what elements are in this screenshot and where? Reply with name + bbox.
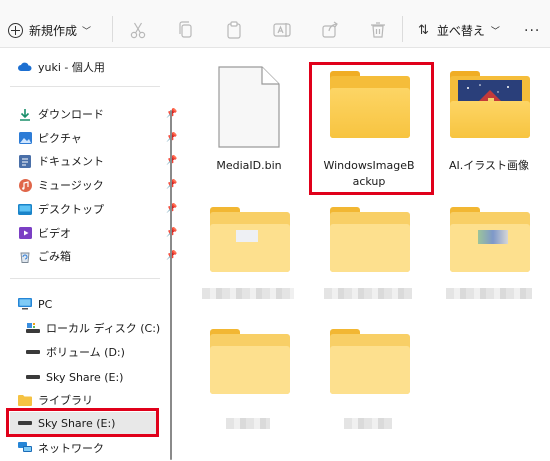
folder-blurred[interactable] <box>432 198 546 308</box>
highlight-box-windows-image-backup <box>309 62 434 195</box>
library-folder-icon <box>18 393 32 407</box>
plus-icon <box>8 22 23 38</box>
new-button-label: 新規作成 <box>29 23 78 38</box>
sidebar-item-label: ローカル ディスク (C:) <box>46 322 161 335</box>
desktop-icon <box>18 202 32 216</box>
sidebar-item-label: ネットワーク <box>38 442 104 455</box>
clipboard-icon <box>227 21 241 39</box>
cut-button[interactable] <box>128 20 148 40</box>
folder-icon <box>330 207 410 272</box>
copy-icon <box>179 21 192 38</box>
rename-button[interactable] <box>272 20 292 40</box>
scissors-icon <box>130 22 146 39</box>
sort-arrows-icon: ⇅ <box>418 22 429 38</box>
sidebar-item-desktop[interactable]: デスクトップ 📌 <box>18 198 178 220</box>
sidebar-item-network[interactable]: ネットワーク <box>18 437 178 459</box>
file-mediaid[interactable]: MediaID.bin <box>192 60 306 180</box>
sidebar-item-label: デスクトップ <box>38 203 104 216</box>
music-icon <box>18 178 32 192</box>
network-icon <box>18 441 32 455</box>
sidebar-item-label: Sky Share (E:) <box>46 370 124 384</box>
folder-icon <box>210 329 290 394</box>
sidebar-item-onedrive[interactable]: yuki - 個人用 <box>18 56 178 78</box>
new-button[interactable]: 新規作成 ﹀ <box>8 20 91 40</box>
blurred-label <box>202 288 294 299</box>
sidebar-item-drive-c[interactable]: ローカル ディスク (C:) <box>26 317 186 339</box>
sidebar-item-label: ライブラリ <box>38 394 93 407</box>
chevron-down-icon: ﹀ <box>490 26 500 37</box>
folder-blurred[interactable] <box>192 198 306 308</box>
blurred-label <box>344 418 392 429</box>
sort-button[interactable]: ⇅ 並べ替え ﹀ <box>418 20 500 40</box>
drive-icon <box>26 370 40 384</box>
sidebar-item-label: ピクチャ <box>38 132 82 145</box>
cloud-icon <box>18 60 32 74</box>
sidebar-item-documents[interactable]: ドキュメント 📌 <box>18 150 178 172</box>
blurred-label <box>446 288 532 299</box>
navigation-pane: yuki - 個人用 ダウンロード 📌 ピクチャ 📌 ドキュメント 📌 ミュージ… <box>0 48 177 461</box>
document-file-icon <box>218 66 280 148</box>
pc-icon <box>18 297 32 311</box>
sidebar-item-pictures[interactable]: ピクチャ 📌 <box>18 127 178 149</box>
toolbar-separator <box>112 16 113 42</box>
sidebar-item-label: PC <box>38 297 53 311</box>
folder-blurred[interactable] <box>312 320 426 430</box>
sidebar-item-label: yuki - 個人用 <box>38 61 105 74</box>
pictures-icon <box>18 131 32 145</box>
folder-icon <box>450 71 530 138</box>
download-icon <box>18 107 32 121</box>
delete-button[interactable] <box>368 20 388 40</box>
sort-button-label: 並べ替え <box>436 23 485 38</box>
file-name: MediaID.bin <box>216 159 282 172</box>
sidebar-item-music[interactable]: ミュージック 📌 <box>18 174 178 196</box>
file-view: MediaID.bin WindowsImageB ackup AI.イラスト画… <box>178 48 550 461</box>
sidebar-item-pc[interactable]: PC <box>18 293 178 315</box>
highlight-box-sky-share <box>6 408 159 437</box>
sidebar-item-label: ボリューム (D:) <box>46 346 125 359</box>
documents-icon <box>18 154 32 168</box>
toolbar-separator <box>402 16 403 42</box>
share-icon <box>322 21 338 38</box>
drive-icon <box>26 345 40 359</box>
sidebar-item-label: ダウンロード <box>38 108 104 121</box>
sidebar-item-drive-d[interactable]: ボリューム (D:) <box>26 341 186 363</box>
sidebar-scrollbar[interactable] <box>170 110 172 460</box>
sidebar-item-label: ごみ箱 <box>38 250 71 263</box>
video-icon <box>18 226 32 240</box>
sidebar-item-recycle-bin[interactable]: ごみ箱 📌 <box>18 245 178 267</box>
recycle-bin-icon <box>18 249 32 263</box>
folder-blurred[interactable] <box>192 320 306 430</box>
copy-button[interactable] <box>176 20 196 40</box>
folder-icon <box>450 207 530 272</box>
sidebar-divider <box>10 86 160 87</box>
sidebar-divider <box>10 278 160 279</box>
folder-ai-illustrations[interactable]: AI.イラスト画像 <box>432 60 546 180</box>
folder-icon <box>210 207 290 272</box>
sidebar-item-label: ビデオ <box>38 227 71 240</box>
folder-blurred[interactable] <box>312 198 426 308</box>
chevron-down-icon: ﹀ <box>82 26 92 37</box>
sidebar-item-label: ミュージック <box>38 179 104 192</box>
rename-icon <box>273 23 291 37</box>
blurred-label <box>324 288 412 299</box>
folder-name: AI.イラスト画像 <box>448 159 530 172</box>
local-disk-icon <box>26 321 40 335</box>
paste-button[interactable] <box>224 20 244 40</box>
folder-icon <box>330 329 410 394</box>
sidebar-item-downloads[interactable]: ダウンロード 📌 <box>18 103 178 125</box>
sidebar-item-label: ドキュメント <box>38 155 104 168</box>
sidebar-item-drive-e[interactable]: Sky Share (E:) <box>26 366 186 388</box>
blurred-label <box>226 418 270 429</box>
command-bar: 新規作成 ﹀ ⇅ 並べ替え ﹀ ... <box>0 0 550 48</box>
more-options-button[interactable]: ... <box>524 19 540 35</box>
trash-icon <box>371 22 385 38</box>
sidebar-item-videos[interactable]: ビデオ 📌 <box>18 222 178 244</box>
share-button[interactable] <box>320 20 340 40</box>
